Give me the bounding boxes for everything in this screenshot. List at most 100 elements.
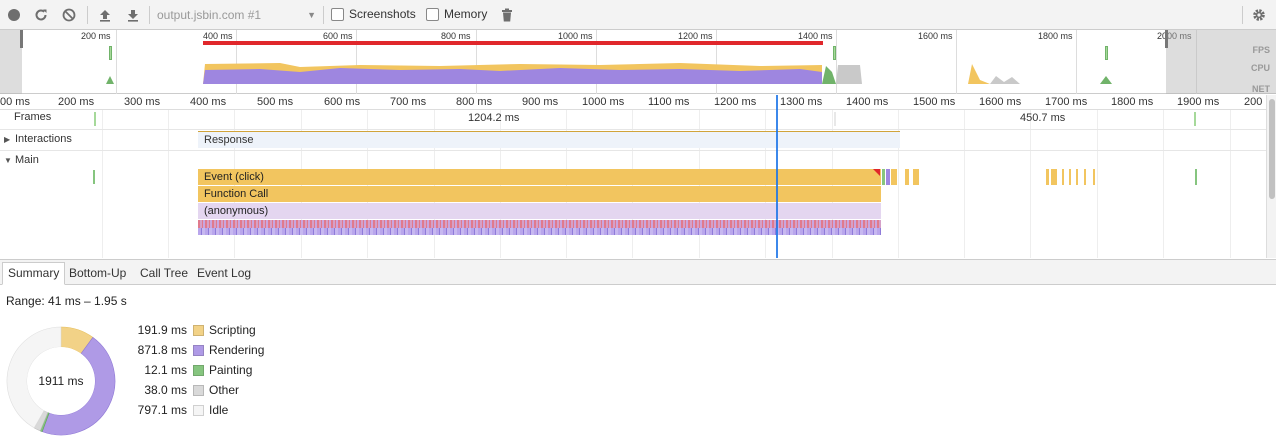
flame-chart[interactable]: Frames 1204.2 ms 450.7 ms ▶ Interactions… (0, 110, 1266, 258)
legend-name: Scripting (209, 323, 256, 337)
response-bar[interactable]: Response (198, 132, 900, 148)
record-button[interactable] (6, 7, 22, 23)
legend-row-idle: 797.1 ms Idle (128, 402, 229, 418)
legend-name: Rendering (209, 343, 265, 357)
scrollbar-thumb[interactable] (1269, 99, 1275, 199)
ruler-label: 1900 ms (1177, 96, 1220, 108)
task-marker[interactable] (886, 169, 890, 185)
tab-bottom-up[interactable]: Bottom-Up (64, 264, 131, 285)
legend-value: 38.0 ms (144, 383, 187, 397)
scripting-swatch (193, 324, 204, 336)
anonymous-label: (anonymous) (204, 205, 269, 217)
other-swatch (193, 384, 204, 396)
frame-marker[interactable] (1194, 112, 1196, 126)
grid-line (1097, 110, 1098, 258)
anonymous-bar[interactable]: (anonymous) (198, 203, 881, 219)
grid-line (168, 110, 169, 258)
flame-chart-scrollbar[interactable] (1266, 95, 1276, 258)
record-icon (8, 9, 20, 21)
memory-checkbox[interactable]: Memory (426, 7, 487, 21)
grid-line (964, 110, 965, 258)
ruler-label: 1000 ms (582, 96, 625, 108)
ruler-label: 00 ms (0, 96, 30, 108)
frame-duration[interactable]: 1204.2 ms (468, 112, 519, 124)
frame-marker[interactable] (94, 112, 96, 126)
function-call-label: Function Call (204, 188, 269, 200)
toolbar-divider (1242, 6, 1243, 24)
nested-calls-bar[interactable] (198, 228, 881, 235)
reload-icon (35, 9, 47, 21)
legend-row-painting: 12.1 ms Painting (128, 362, 252, 378)
collect-garbage-button[interactable] (499, 7, 515, 23)
reload-button[interactable] (33, 7, 49, 23)
ruler-label: 1100 ms (648, 96, 690, 108)
ruler-label: 600 ms (324, 96, 361, 108)
toolbar-divider (149, 6, 150, 24)
task-marker[interactable] (882, 169, 885, 185)
range-text: Range: 41 ms – 1.95 s (6, 294, 127, 308)
selection-handle-left[interactable] (20, 30, 23, 48)
legend-value: 191.9 ms (137, 323, 187, 337)
tab-call-tree[interactable]: Call Tree (135, 264, 193, 285)
summary-panel: Range: 41 ms – 1.95 s 1911 ms 191.9 ms S… (0, 285, 1276, 442)
recording-select-value: output.jsbin.com #1 (157, 8, 262, 22)
task-marker[interactable] (1069, 169, 1071, 185)
event-click-bar[interactable]: Event (click) (198, 169, 881, 185)
task-marker[interactable] (1076, 169, 1078, 185)
task-marker[interactable] (1046, 169, 1049, 185)
tab-summary[interactable]: Summary (2, 262, 66, 285)
legend-value: 12.1 ms (144, 363, 187, 377)
legend-row-scripting: 191.9 ms Scripting (128, 322, 256, 338)
legend-value: 797.1 ms (137, 403, 187, 417)
interactions-track-toggle[interactable]: ▶ Interactions (4, 133, 72, 145)
main-label: Main (15, 154, 39, 166)
legend-name: Other (209, 383, 240, 397)
settings-button[interactable] (1251, 7, 1267, 23)
nested-calls-bar[interactable] (198, 220, 881, 228)
function-call-bar[interactable]: Function Call (198, 186, 881, 202)
checkbox-box[interactable] (331, 7, 344, 21)
task-marker[interactable] (1195, 169, 1197, 185)
upload-icon (100, 10, 110, 22)
task-marker[interactable] (913, 169, 919, 185)
legend-name: Idle (209, 403, 229, 417)
ruler-label: 1700 ms (1045, 96, 1088, 108)
clear-button[interactable] (61, 7, 77, 23)
tab-event-log[interactable]: Event Log (192, 264, 256, 285)
task-marker[interactable] (1051, 169, 1057, 185)
net-label: NET (1252, 84, 1270, 94)
recording-select[interactable]: output.jsbin.com #1 ▼ (152, 6, 320, 24)
frame-duration[interactable]: 450.7 ms (1020, 112, 1065, 124)
main-track-toggle[interactable]: ▼ Main (4, 154, 39, 166)
ruler-label: 700 ms (390, 96, 427, 108)
selection-handle-right[interactable] (1165, 30, 1168, 48)
row-separator (0, 150, 1266, 151)
grid-line (1163, 110, 1164, 258)
frames-track-label: Frames (14, 111, 51, 123)
legend-value: 871.8 ms (137, 343, 187, 357)
task-marker[interactable] (93, 170, 95, 184)
overview-unselected-left (0, 30, 22, 94)
fps-label: FPS (1252, 45, 1270, 55)
task-marker[interactable] (1093, 169, 1095, 185)
task-marker[interactable] (1062, 169, 1064, 185)
checkbox-box[interactable] (426, 7, 439, 21)
timeline-overview[interactable]: 200 ms 400 ms 600 ms 800 ms 1000 ms 1200… (0, 30, 1276, 94)
ruler-label: 1200 ms (714, 96, 757, 108)
legend-row-rendering: 871.8 ms Rendering (128, 342, 265, 358)
idle-swatch (193, 404, 204, 416)
task-marker[interactable] (1084, 169, 1086, 185)
frame-marker[interactable] (834, 112, 836, 126)
task-marker[interactable] (891, 169, 897, 185)
ruler-label: 1300 ms (780, 96, 823, 108)
ruler-label: 200 ms (58, 96, 95, 108)
gear-icon (1253, 9, 1265, 21)
trash-icon (502, 8, 512, 22)
painting-swatch (193, 364, 204, 376)
save-profile-button[interactable] (125, 7, 141, 23)
grid-line (1230, 110, 1231, 258)
screenshots-checkbox[interactable]: Screenshots (331, 7, 416, 21)
cpu-activity-chart (106, 63, 1112, 84)
load-profile-button[interactable] (97, 7, 113, 23)
task-marker[interactable] (905, 169, 909, 185)
